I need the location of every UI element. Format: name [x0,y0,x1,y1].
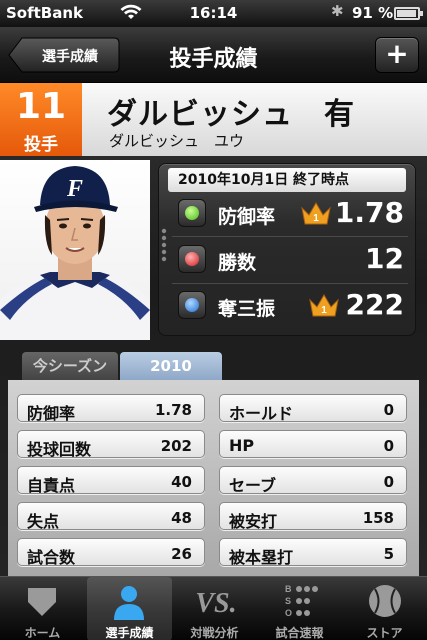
uniform-number: 11 [15,86,67,127]
player-name-kana: ダルビッシュ ユウ [109,132,245,150]
stat-cell: 試合数 26 [17,538,205,567]
divider [172,236,408,237]
summary-value: 1.78 [334,196,404,229]
stat-value: 0 [383,401,394,419]
tab-live-score[interactable]: B S O 試合速報 [257,577,342,640]
stat-cell: 失点 48 [17,502,205,531]
player-header: 11 投手 ダルビッシュ 有 ダルビッシュ ユウ [0,83,427,156]
summary-row-strikeouts: 奪三振 1 222 [178,285,408,325]
stat-value: 26 [171,545,192,563]
stat-value: 1.78 [154,401,192,419]
svg-text:O: O [285,608,292,618]
summary-label: 奪三振 [218,298,276,320]
player-icon [114,586,144,620]
tab-home[interactable]: ホーム [0,577,85,640]
svg-text:S: S [285,596,291,606]
svg-text:F: F [66,176,83,202]
home-plate-icon [28,588,56,616]
stat-label: 防御率 [27,404,76,423]
stat-label: 被安打 [229,512,278,531]
svg-text:VS.: VS. [195,588,236,619]
baseball-icon [369,585,401,617]
scoreboard-icon: B S O [285,584,318,618]
rank-number: 1 [313,213,319,224]
stats-table: 防御率 1.78 ホールド 0 投球回数 202 HP 0 自責点 40 セーブ… [8,380,419,576]
stat-cell: 被本塁打 5 [219,538,407,567]
stat-value: 0 [383,437,394,455]
crown-rank-icon: 1 [309,294,339,317]
stat-cell: セーブ 0 [219,466,407,495]
battery-percent: 91 % [352,4,394,22]
summary-label: 勝数 [218,252,257,274]
summary-row-era: 防御率 1 1.78 [178,193,408,233]
navigation-bar: 選手成績 投手成績 + [0,27,427,83]
stat-label: 被本塁打 [229,548,294,567]
tab-year-2010[interactable]: 2010 [120,352,222,380]
stat-label: 自責点 [27,476,76,495]
vs-icon: VS. [195,588,236,619]
summary-date: 2010年10月1日 終了時点 [168,168,406,192]
summary-label: 防御率 [218,206,276,228]
status-dot [178,291,206,319]
tab-label: 選手成績 [105,626,154,640]
summary-value: 222 [345,288,404,321]
stat-label: 投球回数 [27,440,92,459]
tab-current-season[interactable]: 今シーズン [22,352,118,380]
stat-value: 202 [160,437,192,455]
tab-player-stats[interactable]: 選手成績 [87,577,172,640]
stat-cell: HP 0 [219,430,407,458]
stat-value: 0 [383,473,394,491]
stat-label: 失点 [27,512,60,531]
summary-value: 12 [365,242,404,275]
tab-bar: ホーム 選手成績 VS. 対戦分析 B S O 試合速報 ストア [0,576,427,640]
svg-text:B: B [285,584,292,594]
tab-label: 対戦分析 [190,626,239,640]
stat-cell: 自責点 40 [17,466,205,495]
stat-cell: ホールド 0 [219,394,407,423]
summary-row-wins: 勝数 12 [178,239,408,279]
add-button[interactable]: + [375,37,419,73]
divider [172,283,408,284]
player-name: ダルビッシュ 有 [107,97,355,132]
stat-value: 48 [171,509,192,527]
stat-label: 試合数 [27,548,76,567]
bluetooth-icon: ✱ [331,2,344,20]
tab-label: 試合速報 [275,626,324,640]
stat-cell: 投球回数 202 [17,430,205,459]
status-bar: SoftBank 16:14 ✱ 91 % [0,0,427,27]
crown-rank-icon: 1 [301,202,331,225]
stat-label: ホールド [229,404,294,423]
tab-label: ストア [366,626,403,640]
uniform-number-badge: 11 投手 [0,83,82,156]
player-position: 投手 [24,135,58,155]
stat-value: 158 [362,509,394,527]
stat-value: 40 [171,473,192,491]
stat-label: セーブ [229,476,277,495]
stat-label: HP [229,436,255,455]
battery-icon [394,7,423,20]
page-title: 投手成績 [169,47,258,72]
stat-value: 5 [383,545,394,563]
page-indicator-dots [161,228,167,262]
stat-cell: 防御率 1.78 [17,394,205,423]
rank-number: 1 [321,305,327,316]
player-photo: F [0,160,150,340]
tab-matchup-analysis[interactable]: VS. 対戦分析 [172,577,257,640]
tab-label: ホーム [24,626,61,640]
status-dot [178,199,206,227]
status-dot [178,245,206,273]
tab-store[interactable]: ストア [342,577,427,640]
stat-cell: 被安打 158 [219,502,407,531]
